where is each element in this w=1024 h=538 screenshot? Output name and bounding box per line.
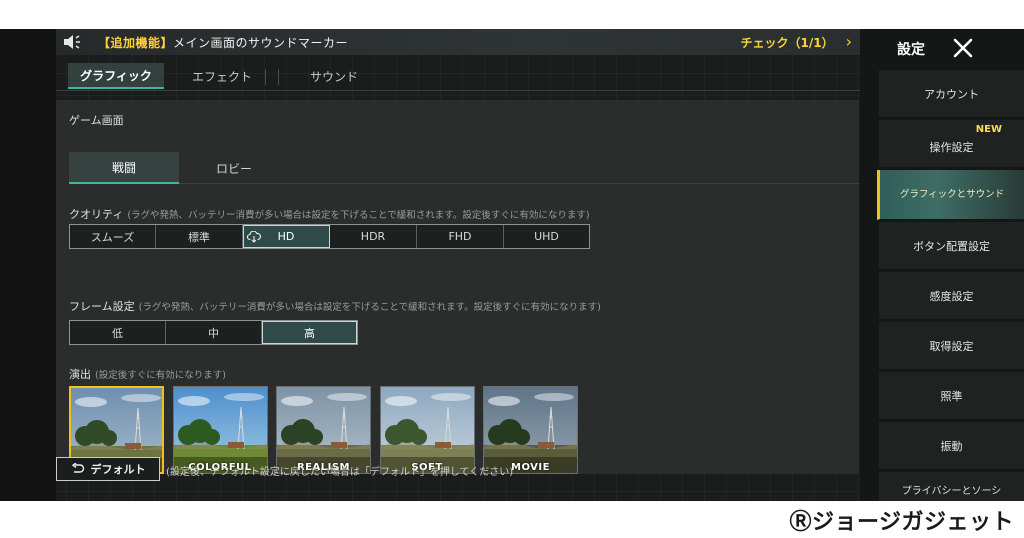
quality-option-hdr[interactable]: HDR [330, 225, 417, 248]
speaker-icon [62, 33, 84, 51]
return-arrow-icon [71, 463, 84, 473]
quality-option-smooth[interactable]: スムーズ [70, 225, 156, 248]
chevron-right-icon: › [845, 32, 852, 51]
style-label: 演出 [69, 368, 91, 381]
style-option-soft[interactable]: SOFT [379, 386, 475, 474]
tab-divider [278, 69, 279, 85]
check-label: チェック（1/1） [740, 35, 834, 50]
frame-label: フレーム設定 [69, 300, 135, 313]
style-option-movie[interactable]: MOVIE [483, 386, 578, 474]
quality-option-hd[interactable]: HD [243, 225, 330, 248]
default-hint: (設定後、デフォルト設定に戻したい場合は「デフォルト」を押してください) [166, 467, 514, 478]
sidebar-item-label: 振動 [940, 439, 963, 453]
default-button[interactable]: デフォルト [56, 457, 160, 481]
subtab-battle[interactable]: 戦闘 [69, 152, 179, 184]
sidebar-item-label: 取得設定 [929, 339, 974, 353]
tab-graphics[interactable]: グラフィック [68, 63, 164, 89]
announcement-bar[interactable]: 【追加機能】メイン画面のサウンドマーカー チェック（1/1） › [56, 29, 860, 55]
quality-option-hd-label: HD [277, 230, 295, 243]
frame-option-high[interactable]: 高 [262, 321, 357, 344]
sidebar-item-label: ボタン配置設定 [913, 239, 990, 253]
tab-effects[interactable]: エフェクト [174, 63, 270, 89]
close-icon[interactable] [952, 37, 974, 59]
style-option-colorful[interactable]: COLORFUL [172, 386, 268, 474]
mode-subtabs: 戦闘 ロビー [69, 152, 859, 184]
sidebar-item-graphics-sound[interactable]: グラフィックとサウンド [877, 170, 1024, 220]
sidebar-item-button-layout[interactable]: ボタン配置設定 [879, 222, 1024, 270]
sidebar-item-label: 感度設定 [929, 289, 974, 303]
frame-option-medium[interactable]: 中 [166, 321, 262, 344]
default-button-label: デフォルト [90, 463, 146, 476]
sidebar-item-aim[interactable]: 照準 [879, 372, 1024, 420]
sidebar-item-sensitivity[interactable]: 感度設定 [879, 272, 1024, 320]
quality-option-standard[interactable]: 標準 [156, 225, 243, 248]
sidebar-title: 設定 [897, 42, 925, 58]
new-badge: NEW [975, 124, 1002, 135]
landscape-thumbnail [380, 387, 474, 473]
quality-option-uhd[interactable]: UHD [504, 225, 589, 248]
graphics-panel: ゲーム画面 戦闘 ロビー クオリティ (ラグや発熱、バッテリー消費が多い場合は設定… [56, 100, 859, 474]
sidebar-item-privacy[interactable]: プライバシーとソーシ [879, 472, 1024, 501]
check-link[interactable]: チェック（1/1） › [741, 34, 853, 51]
sidebar-item-pickup[interactable]: 取得設定 [879, 322, 1024, 370]
cloud-download-icon [247, 231, 261, 243]
sidebar-item-account[interactable]: アカウント [879, 70, 1024, 118]
frame-note: (ラグや発熱、バッテリー消費が多い場合は設定を下げることで緩和されます。設定後す… [138, 302, 601, 313]
settings-tabs: グラフィック エフェクト サウンド [56, 55, 860, 91]
settings-sidebar: 設定 アカウント 操作設定 NEW グラフィックとサウンド ボタン配置設定 感度… [860, 29, 1024, 501]
style-note: (設定後すぐに有効になります) [95, 370, 226, 381]
screen-title: ゲーム画面 [69, 114, 124, 127]
frame-option-low[interactable]: 低 [70, 321, 166, 344]
sidebar-item-controls[interactable]: 操作設定 NEW [879, 120, 1024, 168]
sidebar-header: 設定 [860, 29, 1024, 69]
quality-selector: スムーズ 標準 HD HDR FHD UHD [69, 224, 590, 249]
frame-selector: 低 中 高 [69, 320, 358, 345]
landscape-thumbnail [484, 387, 577, 473]
quality-note: (ラグや発熱、バッテリー消費が多い場合は設定を下げることで緩和されます。設定後す… [127, 210, 590, 221]
quality-label: クオリティ [69, 208, 124, 221]
sidebar-item-label: 照準 [940, 389, 963, 403]
sidebar-item-label: 操作設定 [929, 140, 974, 154]
sidebar-item-vibration[interactable]: 振動 [879, 422, 1024, 470]
watermark: Ⓡジョージガジェット [789, 510, 1014, 535]
sidebar-item-label: グラフィックとサウンド [899, 188, 1005, 200]
quality-heading: クオリティ (ラグや発熱、バッテリー消費が多い場合は設定を下げることで緩和されます… [69, 206, 590, 222]
frame-heading: フレーム設定 (ラグや発熱、バッテリー消費が多い場合は設定を下げることで緩和されま… [69, 298, 601, 314]
style-option-realism[interactable]: REALISM [276, 386, 371, 474]
style-heading: 演出 (設定後すぐに有効になります) [69, 366, 226, 382]
left-margin [0, 29, 56, 501]
landscape-thumbnail [277, 387, 370, 473]
game-settings-screen: 【追加機能】メイン画面のサウンドマーカー チェック（1/1） › グラフィック … [0, 29, 1024, 501]
quality-option-fhd[interactable]: FHD [417, 225, 504, 248]
sidebar-item-label: プライバシーとソーシ [901, 486, 1002, 497]
announcement-text: 【追加機能】メイン画面のサウンドマーカー [98, 35, 349, 50]
landscape-thumbnail [173, 387, 267, 473]
subtab-lobby[interactable]: ロビー [179, 152, 289, 184]
sidebar-item-label: アカウント [924, 87, 979, 101]
tab-sound[interactable]: サウンド [286, 63, 382, 89]
